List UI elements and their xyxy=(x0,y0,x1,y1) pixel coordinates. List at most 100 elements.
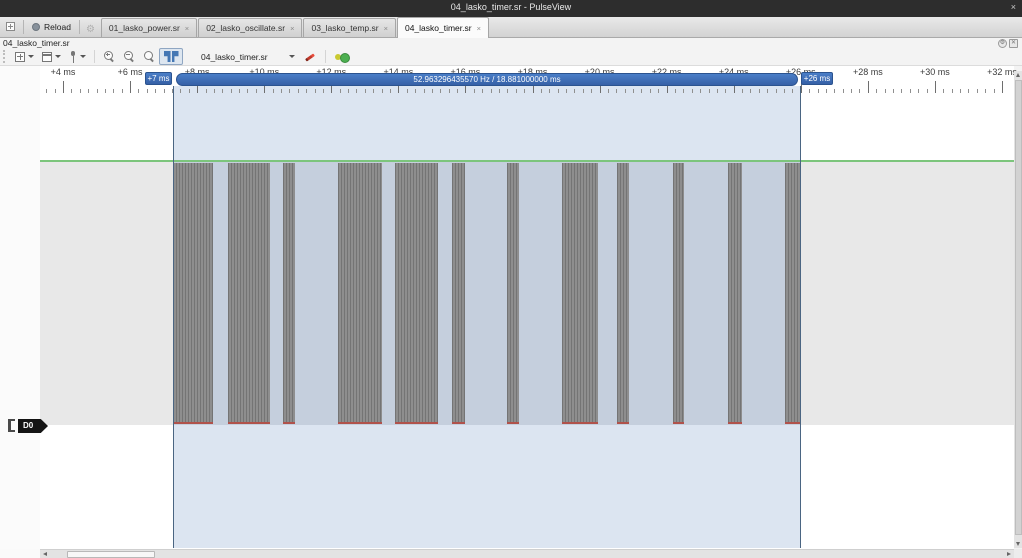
ruler-minor-tick xyxy=(491,89,492,93)
ruler-minor-tick xyxy=(625,89,626,93)
ruler-minor-tick xyxy=(566,89,567,93)
tab-close-icon[interactable]: × xyxy=(384,24,388,33)
ruler-minor-tick xyxy=(424,89,425,93)
logic-toggle-burst xyxy=(338,163,382,424)
reload-button-label: Reload xyxy=(44,22,71,32)
ruler-minor-tick xyxy=(155,89,156,93)
ruler-minor-tick xyxy=(901,89,902,93)
tab-label: 01_lasko_power.sr xyxy=(109,23,180,33)
ruler-tick-label: +30 ms xyxy=(920,67,950,78)
zoom-in-button[interactable] xyxy=(100,49,118,65)
ruler-minor-tick xyxy=(138,89,139,93)
logic-toggle-burst xyxy=(617,163,629,424)
ruler-minor-tick xyxy=(499,89,500,93)
ruler-minor-tick xyxy=(943,89,944,93)
ruler-minor-tick xyxy=(306,89,307,93)
cursor-second-flag[interactable]: +26 ms xyxy=(801,72,833,85)
gear-icon[interactable]: ⚙ xyxy=(86,25,95,35)
run-circle-icon xyxy=(32,23,40,31)
device-selector-value: 04_lasko_timer.sr xyxy=(201,52,268,62)
scroll-down-icon[interactable] xyxy=(1016,542,1020,546)
ruler-minor-tick xyxy=(256,89,257,93)
logic-toggle-burst xyxy=(728,163,742,424)
ruler-major-tick xyxy=(63,81,64,93)
ruler-major-tick xyxy=(130,81,131,93)
channels-button[interactable] xyxy=(331,49,353,65)
ruler-minor-tick xyxy=(273,89,274,93)
ruler-minor-tick xyxy=(80,89,81,93)
tab-close-icon[interactable]: × xyxy=(290,24,294,33)
ruler-minor-tick xyxy=(859,89,860,93)
tab-01-lasko-power[interactable]: 01_lasko_power.sr × xyxy=(101,18,197,37)
open-button[interactable] xyxy=(39,49,64,65)
scroll-left-icon[interactable] xyxy=(43,552,47,556)
tab-close-icon[interactable]: × xyxy=(477,24,481,33)
vertical-scrollbar-thumb[interactable] xyxy=(1015,80,1022,535)
ruler-minor-tick xyxy=(633,89,634,93)
ruler-major-tick xyxy=(935,81,936,93)
tab-04-lasko-timer[interactable]: 04_lasko_timer.sr × xyxy=(397,17,489,38)
vertical-scrollbar[interactable] xyxy=(1014,71,1022,548)
ruler-minor-tick xyxy=(885,89,886,93)
ruler-minor-tick xyxy=(767,89,768,93)
zoom-out-button[interactable] xyxy=(120,49,138,65)
device-selector[interactable]: 04_lasko_timer.sr xyxy=(197,49,299,65)
scroll-right-icon[interactable] xyxy=(1007,552,1011,556)
zoom-in-icon xyxy=(103,50,115,63)
ruler-minor-tick xyxy=(692,89,693,93)
scrollbar-corner xyxy=(1014,549,1022,558)
configure-device-button[interactable] xyxy=(300,49,320,65)
ruler-minor-tick xyxy=(792,89,793,93)
ruler-minor-tick xyxy=(641,89,642,93)
logic-toggle-burst xyxy=(395,163,438,424)
new-session-icon xyxy=(6,22,15,31)
pulseview-window: 04_lasko_timer.sr - PulseView × Reload ⚙… xyxy=(0,0,1022,558)
ruler-minor-tick xyxy=(365,89,366,93)
tab-03-lasko-temp[interactable]: 03_lasko_temp.sr × xyxy=(303,18,395,37)
scroll-up-icon[interactable] xyxy=(1016,73,1020,77)
zoom-fit-button[interactable] xyxy=(140,49,158,65)
ruler-minor-tick xyxy=(122,89,123,93)
tab-02-lasko-oscillate[interactable]: 02_lasko_oscillate.sr × xyxy=(198,18,302,37)
ruler-minor-tick xyxy=(88,89,89,93)
ruler-minor-tick xyxy=(373,89,374,93)
ruler-minor-tick xyxy=(281,89,282,93)
ruler-minor-tick xyxy=(574,89,575,93)
horizontal-scrollbar[interactable] xyxy=(40,549,1014,558)
ruler-minor-tick xyxy=(315,89,316,93)
tab-close-icon[interactable]: × xyxy=(185,24,189,33)
ruler-minor-tick xyxy=(608,89,609,93)
cursor-range-band[interactable]: 52.963296435570 Hz / 18.881000000 ms xyxy=(176,73,798,86)
session-close-icon[interactable]: ✕ xyxy=(1009,39,1018,48)
ruler-minor-tick xyxy=(516,89,517,93)
cursor-first-line[interactable] xyxy=(173,86,174,548)
zoom-out-icon xyxy=(123,50,135,63)
horizontal-scrollbar-thumb[interactable] xyxy=(67,551,155,558)
window-close-icon[interactable]: × xyxy=(1011,2,1016,12)
ruler-minor-tick xyxy=(457,89,458,93)
ruler-minor-tick xyxy=(994,89,995,93)
ruler-minor-tick xyxy=(507,89,508,93)
logic-toggle-burst xyxy=(228,163,270,424)
open-file-icon xyxy=(42,52,52,62)
new-view-button[interactable] xyxy=(12,49,37,65)
tab-label: 02_lasko_oscillate.sr xyxy=(206,23,285,33)
separator xyxy=(94,50,95,63)
reload-button[interactable]: Reload xyxy=(28,18,75,35)
ruler-minor-tick xyxy=(164,89,165,93)
cursor-first-flag[interactable]: +7 ms xyxy=(145,72,172,85)
session-settings-icon[interactable]: ⚙ xyxy=(998,39,1007,48)
new-session-button[interactable] xyxy=(2,18,19,35)
ruler-minor-tick xyxy=(231,89,232,93)
logic-toggle-burst xyxy=(562,163,598,424)
ruler-minor-tick xyxy=(675,89,676,93)
cursor-second-line[interactable] xyxy=(800,86,801,548)
save-button[interactable] xyxy=(66,49,89,65)
cursor-flag-left-icon xyxy=(164,51,171,62)
ruler-minor-tick xyxy=(717,89,718,93)
ruler-major-tick xyxy=(1002,81,1003,93)
trace-group-handle[interactable] xyxy=(8,419,15,432)
ruler-minor-tick xyxy=(348,89,349,93)
show-cursors-toggle[interactable] xyxy=(159,48,183,65)
toolbar-drag-handle[interactable] xyxy=(3,50,7,63)
